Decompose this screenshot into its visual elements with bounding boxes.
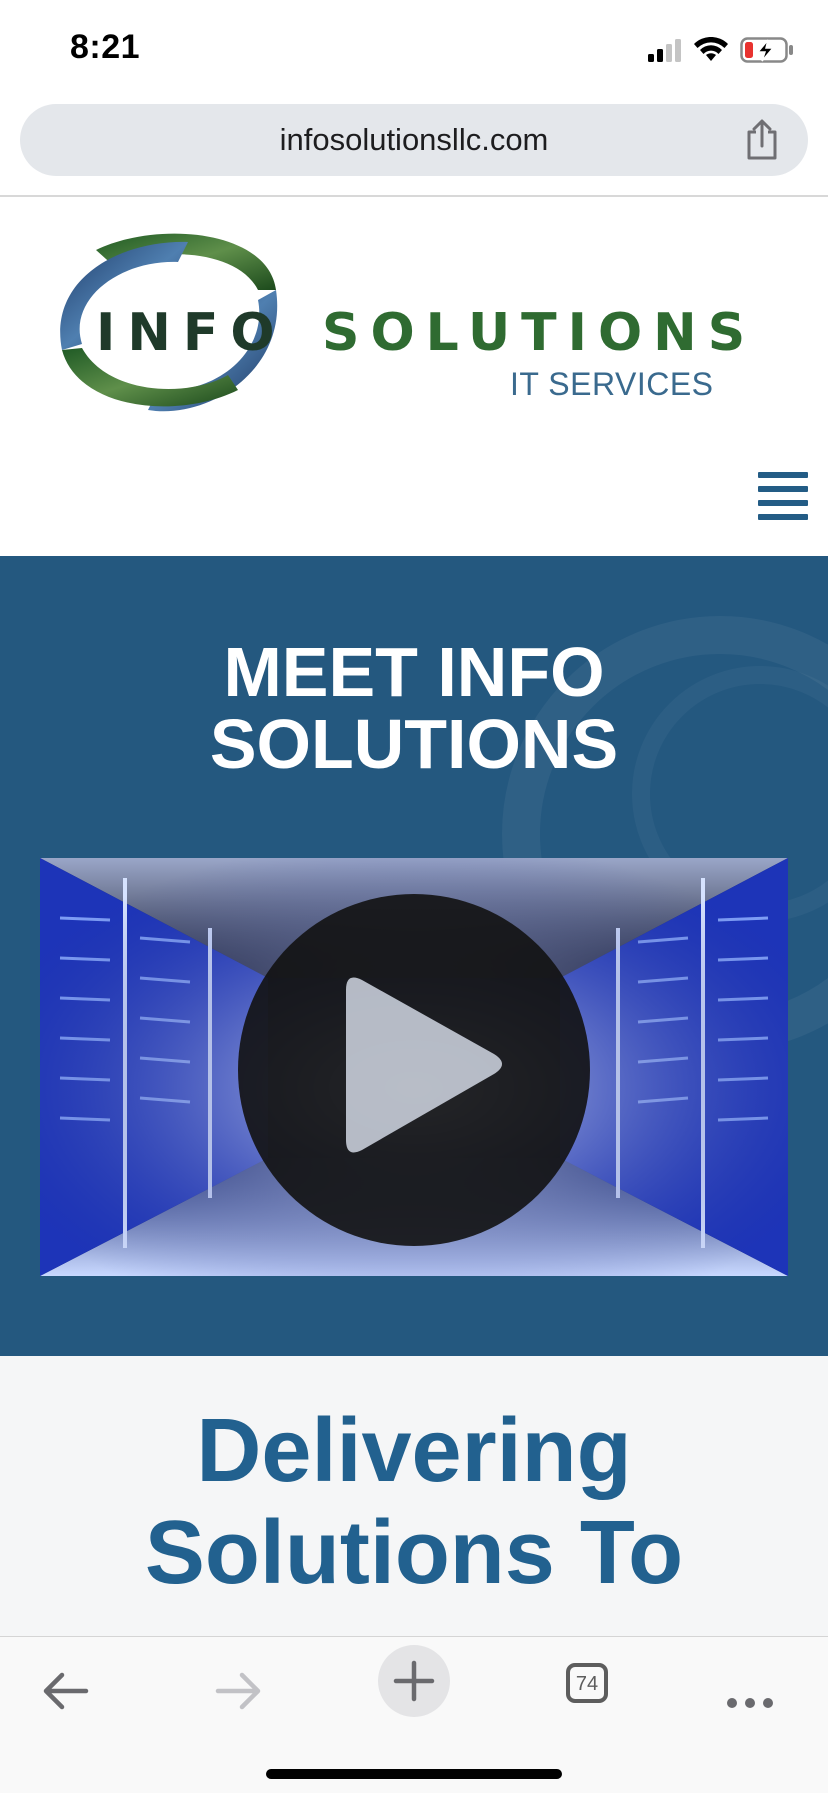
logo-word-solutions: SOLUTIONS [322,303,757,363]
address-bar[interactable]: infosolutionsllc.com [20,104,808,176]
hero-section: MEET INFO SOLUTIONS [0,556,828,1356]
tabs-icon[interactable]: 74 [566,1663,608,1703]
new-tab-icon [393,1660,435,1702]
url-text[interactable]: infosolutionsllc.com [20,104,808,176]
battery-icon [740,37,793,63]
menu-icon[interactable] [758,472,808,522]
play-button[interactable] [238,894,590,1246]
logo-tagline: IT SERVICES [510,366,714,402]
share-icon[interactable] [742,118,782,162]
hero-title-line1: MEET INFO [223,633,605,711]
hero-title-line2: SOLUTIONS [209,705,619,783]
section-title: Delivering Solutions To [0,1400,828,1604]
hero-title: MEET INFO SOLUTIONS [0,636,828,780]
back-icon[interactable] [40,1659,90,1723]
section-title-line2: Solutions To [144,1503,684,1603]
forward-icon[interactable] [214,1659,264,1723]
intro-section: Delivering Solutions To [0,1356,828,1636]
intro-video[interactable] [40,858,788,1276]
logo-word-info: INFO [96,303,287,363]
status-icons [646,36,794,64]
browser-toolbar: 74 [0,1636,828,1793]
signal-icon [648,39,681,62]
home-indicator[interactable] [266,1769,562,1779]
play-icon [346,977,502,1153]
status-time: 8:21 [70,28,141,66]
toolbar-divider [0,195,828,197]
section-title-line1: Delivering [196,1401,632,1501]
new-tab-button[interactable] [378,1645,450,1717]
more-icon[interactable] [726,1671,774,1735]
wifi-icon [694,37,728,61]
